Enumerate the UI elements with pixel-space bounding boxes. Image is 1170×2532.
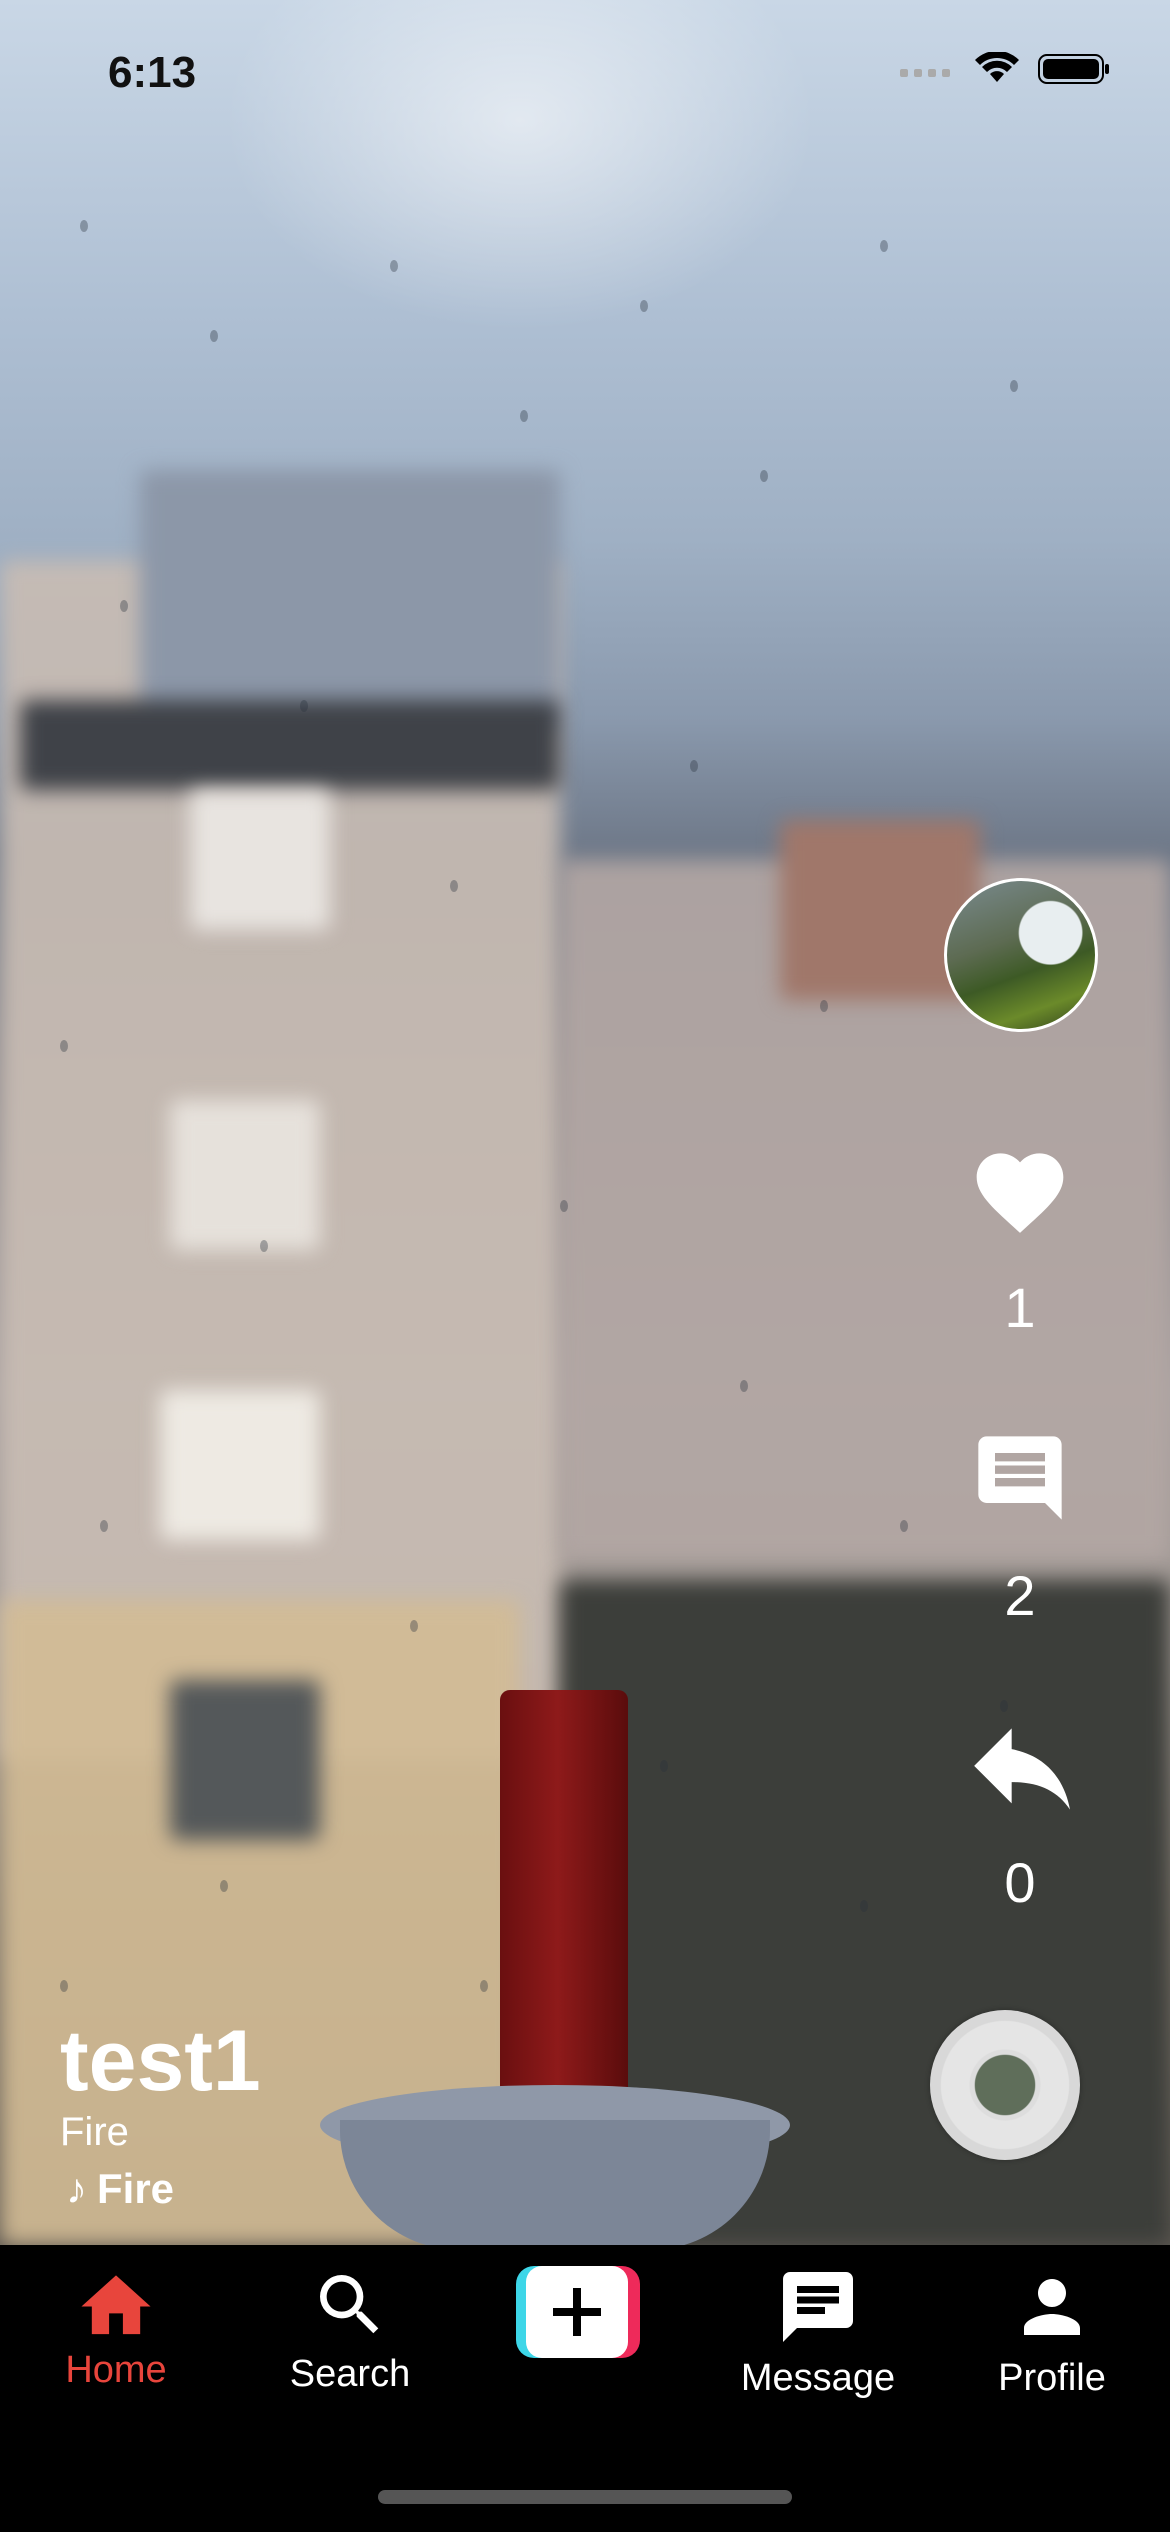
comment-button[interactable] bbox=[960, 1428, 1080, 1528]
video-caption: Fire bbox=[60, 2110, 129, 2154]
reply-icon bbox=[974, 1728, 1070, 1810]
home-icon bbox=[81, 2275, 151, 2335]
message-icon bbox=[783, 2272, 853, 2342]
heart-icon bbox=[976, 1153, 1064, 1233]
status-icons bbox=[900, 52, 1110, 86]
music-title: Fire bbox=[97, 2165, 175, 2212]
create-video-button[interactable] bbox=[516, 2266, 640, 2358]
comment-count: 2 bbox=[1004, 1564, 1036, 1627]
building-tower bbox=[140, 470, 560, 730]
share-button[interactable] bbox=[960, 1728, 1080, 1812]
home-indicator bbox=[378, 2490, 792, 2504]
author-avatar[interactable] bbox=[944, 878, 1098, 1032]
battery-icon bbox=[1038, 54, 1109, 84]
window bbox=[190, 790, 330, 930]
tab-home[interactable]: Home bbox=[16, 2265, 216, 2392]
status-time: 6:13 bbox=[108, 48, 197, 97]
tab-label: Message bbox=[740, 2357, 896, 2399]
like-button[interactable] bbox=[960, 1140, 1080, 1236]
like-count: 1 bbox=[1004, 1276, 1036, 1339]
window bbox=[170, 1680, 320, 1840]
plus-icon bbox=[516, 2266, 640, 2358]
tab-profile[interactable]: Profile bbox=[952, 2265, 1152, 2400]
music-note-icon: ♪ bbox=[66, 2165, 87, 2212]
share-count: 0 bbox=[1004, 1851, 1036, 1914]
tab-search[interactable]: Search bbox=[250, 2265, 450, 2396]
profile-icon bbox=[1024, 2279, 1080, 2335]
candle bbox=[500, 1690, 628, 2140]
roof bbox=[20, 700, 560, 790]
signal-icon bbox=[900, 69, 950, 77]
tab-message[interactable]: Message bbox=[718, 2265, 918, 2400]
music-info[interactable]: ♪ Fire bbox=[66, 2165, 174, 2213]
window bbox=[170, 1100, 320, 1250]
candle-holder bbox=[340, 2120, 770, 2245]
author-username[interactable]: test1 bbox=[60, 2012, 261, 2111]
music-disc[interactable] bbox=[930, 2010, 1080, 2160]
wifi-icon bbox=[975, 52, 1019, 82]
search-icon bbox=[320, 2275, 379, 2334]
comment-icon bbox=[978, 1436, 1062, 1520]
window bbox=[160, 1390, 320, 1540]
status-bar: 6:13 bbox=[0, 0, 1170, 150]
tab-label: Search bbox=[289, 2353, 411, 2395]
tab-label: Home bbox=[65, 2349, 167, 2391]
tab-label: Profile bbox=[998, 2357, 1106, 2399]
